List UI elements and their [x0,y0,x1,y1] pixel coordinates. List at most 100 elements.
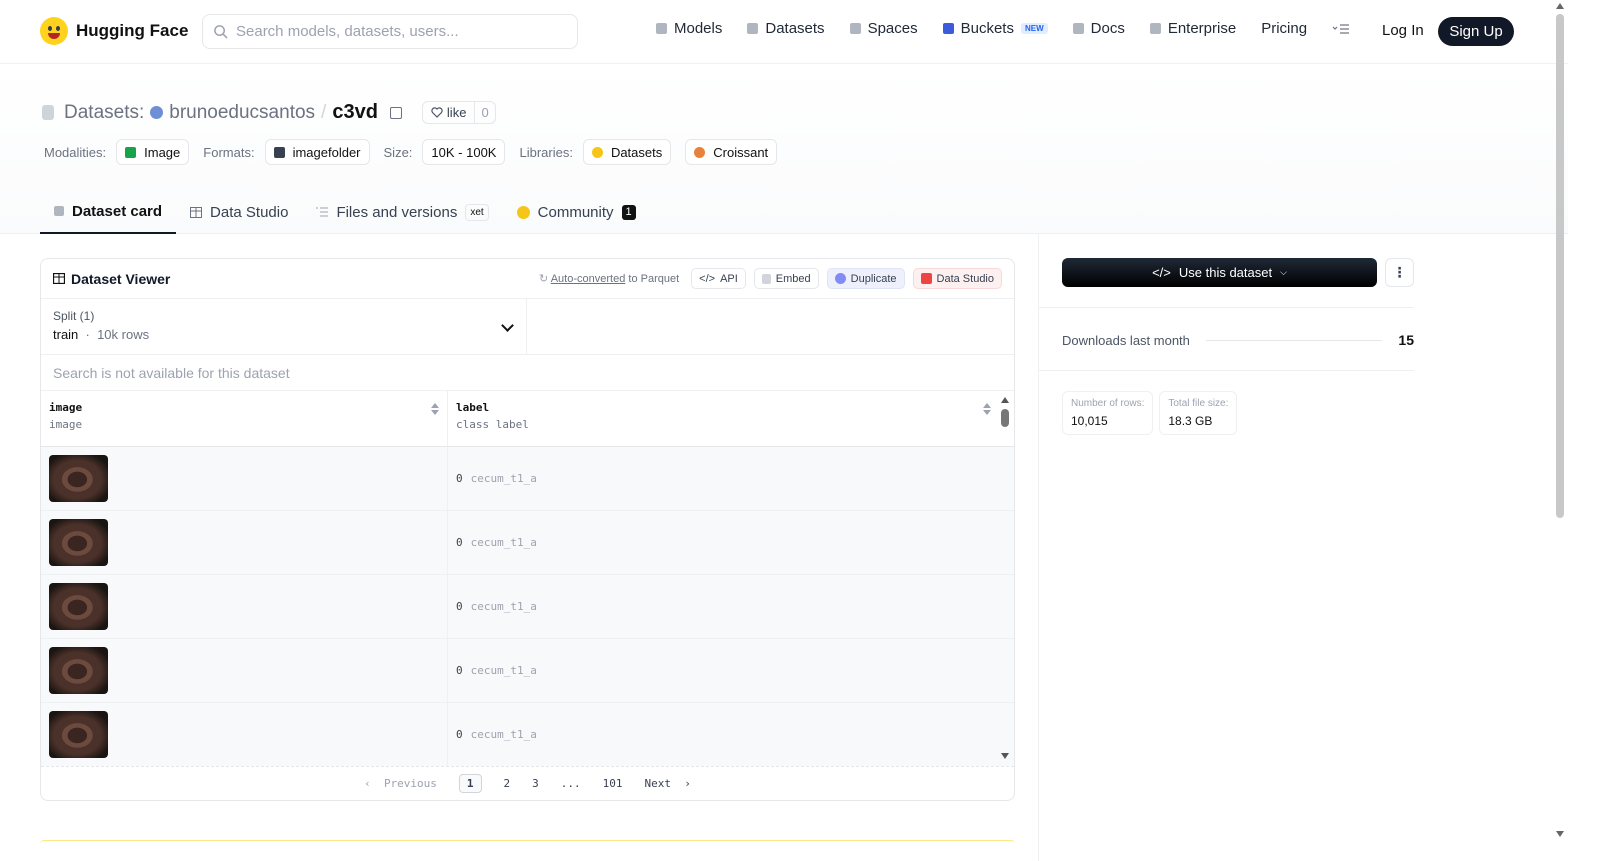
image-thumbnail[interactable] [49,647,108,694]
search-unavailable-note: Search is not available for this dataset [41,355,1014,391]
page-button-3[interactable]: 3 [532,777,539,790]
copy-icon[interactable] [389,106,402,119]
hf-datasets-icon [591,146,603,158]
downloads-value: 15 [1398,332,1414,348]
split-label: Split (1) [53,309,95,323]
nav-buckets[interactable]: Buckets NEW [942,20,1048,37]
nav-docs[interactable]: Docs [1072,20,1125,37]
stat-key: Number of rows: [1071,398,1145,409]
viewer-title-text: Dataset Viewer [71,270,171,287]
tag-croissant[interactable]: Croissant [685,139,778,165]
cube-icon [54,206,64,216]
nav-enterprise[interactable]: Enterprise [1149,20,1237,37]
data-studio-icon [920,273,932,284]
split-name: train [53,327,79,342]
dataset-viewer: Dataset Viewer ↻ Auto-converted to Parqu… [40,258,1015,801]
column-header-image[interactable]: image image [41,391,448,446]
embed-button[interactable]: Embed [753,268,819,289]
bucket-icon [942,23,954,34]
more-options-button[interactable]: ⋮ [1385,258,1414,287]
api-button[interactable]: </> API [691,268,746,289]
repo-name[interactable]: c3vd [332,101,378,124]
table-icon [53,273,65,284]
formats-label: Formats: [203,144,255,160]
image-thumbnail[interactable] [49,455,108,502]
page-button-2[interactable]: 2 [504,777,511,790]
owner-avatar [150,106,164,119]
tag-image[interactable]: Image [116,139,190,165]
community-count-badge: 1 [621,204,636,220]
logo-link[interactable]: Hugging Face [40,17,188,45]
duplicate-button[interactable]: Duplicate [826,268,905,289]
page-scrollbar[interactable] [1554,0,1568,861]
owner-link[interactable]: brunoeducsantos [169,102,315,124]
tab-community[interactable]: Community 1 [503,190,650,234]
stat-file-size: Total file size: 18.3 GB [1159,391,1238,435]
scrollbar-thumb[interactable] [1556,14,1564,518]
repo-tabs: Dataset card Data Studio Files and versi… [40,190,650,234]
table-header: image image label class label [41,391,1014,447]
scrollbar-thumb[interactable] [1001,409,1009,427]
search-input[interactable] [236,23,556,40]
search-box[interactable] [202,14,578,49]
community-icon [516,205,530,219]
tag-imagefolder[interactable]: imagefolder [264,139,370,165]
sort-icon[interactable] [983,403,991,415]
xet-badge: xet [465,203,489,221]
tag-datasets[interactable]: Datasets [582,139,672,165]
login-link[interactable]: Log In [1382,22,1424,39]
scroll-down-arrow-icon[interactable] [1556,831,1564,837]
size-label: Size: [383,144,413,160]
nav-pricing[interactable]: Pricing [1261,20,1307,37]
nav-spaces-label: Spaces [867,20,918,37]
previous-page-button[interactable]: ‹ Previous [364,777,437,790]
nav-enterprise-label: Enterprise [1167,20,1237,37]
downloads-label: Downloads last month [1062,332,1190,348]
data-studio-button[interactable]: Data Studio [912,268,1002,289]
tab-dataset-card[interactable]: Dataset card [40,190,177,234]
tag-datasets-label: Datasets [610,144,663,160]
nav-spaces[interactable]: Spaces [849,20,918,37]
nav-more-menu[interactable] [1332,23,1350,34]
tab-files-and-versions[interactable]: Files and versions xet [302,190,502,234]
nav-datasets[interactable]: Datasets [747,20,825,37]
label-name: cecum_t1_a [470,536,537,549]
split-dropdown[interactable]: Split (1) train · 10k rows [41,299,527,355]
use-this-dataset-button[interactable]: </> Use this dataset ⌵ [1062,258,1377,287]
tab-data-studio[interactable]: Data Studio [176,190,302,234]
data-table: image image label class label 0 cecum_t1_… [41,391,1014,766]
image-thumbnail[interactable] [49,519,108,566]
column-header-label[interactable]: label class label [448,391,999,446]
next-page-button[interactable]: Next › [645,777,691,790]
image-thumbnail[interactable] [49,583,108,630]
split-rows: 10k rows [97,327,150,342]
divider [1038,307,1414,308]
sort-icon[interactable] [431,403,439,415]
nav-docs-label: Docs [1090,20,1125,37]
scroll-up-arrow-icon[interactable] [1556,3,1564,9]
code-icon: </> [699,272,716,285]
nav-buckets-label: Buckets [960,20,1014,37]
image-cell [41,511,448,574]
section-label[interactable]: Datasets: [64,102,144,124]
page-button-last[interactable]: 101 [603,777,623,790]
like-button[interactable]: like 0 [421,101,496,124]
tag-size-label: 10K - 100K [431,144,497,160]
tag-size[interactable]: 10K - 100K [422,139,506,165]
book-icon [1072,23,1084,34]
dataset-stats: Number of rows: 10,015 Total file size: … [1062,391,1238,435]
table-scrollbar[interactable] [1001,397,1010,759]
label-index: 0 [456,664,463,677]
table-row: 0 cecum_t1_a [41,639,1014,703]
logo-text: Hugging Face [76,21,189,40]
scroll-down-arrow-icon[interactable] [1001,753,1009,759]
page-button-1[interactable]: 1 [458,774,482,793]
nav-models[interactable]: Models [656,20,722,37]
image-thumbnail[interactable] [49,711,108,758]
scroll-up-arrow-icon[interactable] [1001,397,1009,403]
like-label: like [446,105,467,120]
signup-button[interactable]: Sign Up [1438,17,1514,46]
auto-converted-link[interactable]: Auto-converted [551,273,626,285]
stat-value: 10,015 [1071,414,1108,428]
table-icon [190,206,203,218]
